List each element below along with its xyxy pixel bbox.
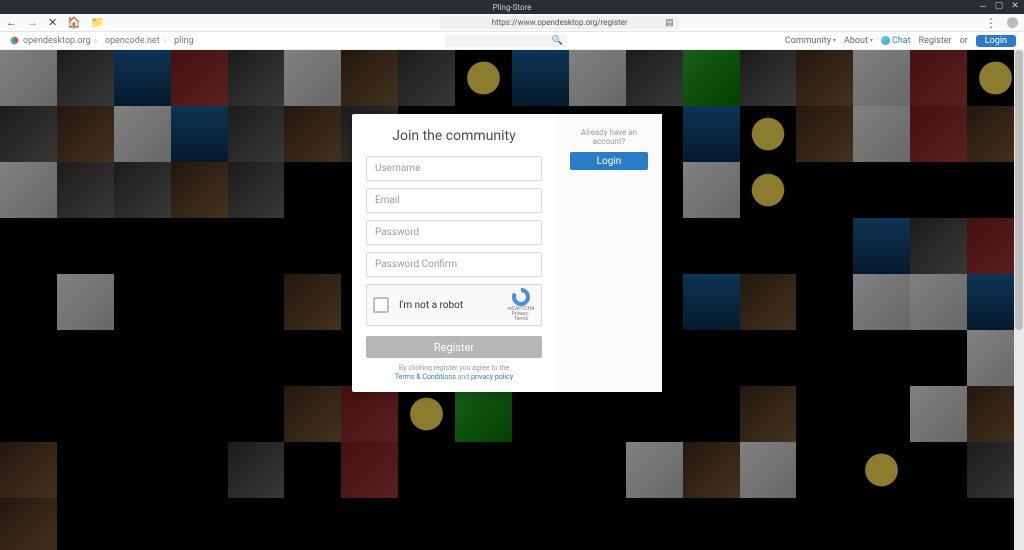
- recaptcha: I'm not a robot reCAPTCHA Privacy - Term…: [366, 284, 542, 326]
- nav-or-text: or: [960, 36, 968, 46]
- login-panel: Already have an account? Login: [556, 114, 662, 392]
- recaptcha-checkbox[interactable]: [373, 297, 389, 313]
- nav-chat[interactable]: Chat: [881, 36, 911, 46]
- opendesktop-logo-icon: [10, 36, 19, 45]
- site-search[interactable]: 🔍: [445, 35, 567, 47]
- chevron-down-icon: ▾: [870, 37, 873, 44]
- stop-button[interactable]: ✕: [48, 16, 57, 29]
- chevron-right-icon: ›: [95, 36, 97, 45]
- nav-community[interactable]: Community ▾: [785, 36, 836, 46]
- register-modal: Join the community I'm not a robot reCAP…: [352, 114, 662, 392]
- register-button[interactable]: Register: [366, 336, 542, 358]
- close-icon[interactable]: ✕: [1010, 1, 1020, 11]
- crumb-opendesktop[interactable]: opendesktop.org ›: [10, 36, 97, 46]
- minimize-icon[interactable]: ─: [978, 1, 988, 11]
- nav-about[interactable]: About ▾: [844, 36, 873, 46]
- site-header: opendesktop.org › opencode.net › pling 🔍…: [0, 32, 1024, 50]
- already-account-text: Already have an account?: [570, 128, 648, 146]
- home-button[interactable]: 🏠: [67, 16, 81, 29]
- register-form: Join the community I'm not a robot reCAP…: [352, 114, 556, 392]
- profile-avatar-icon[interactable]: [1007, 17, 1018, 28]
- chevron-right-icon: ›: [164, 36, 166, 45]
- vertical-scrollbar[interactable]: [1014, 50, 1024, 550]
- modal-title: Join the community: [392, 128, 515, 144]
- files-button[interactable]: 📁: [91, 16, 105, 29]
- reader-mode-icon[interactable]: ▤: [665, 18, 674, 28]
- browser-menu-icon[interactable]: ⋮: [985, 16, 997, 30]
- chat-icon: [881, 36, 890, 45]
- breadcrumb: opendesktop.org › opencode.net › pling: [0, 36, 194, 46]
- username-field[interactable]: [366, 156, 542, 181]
- nav-register-link[interactable]: Register: [919, 36, 952, 46]
- password-field[interactable]: [366, 220, 542, 245]
- terms-link[interactable]: Terms & Conditions: [395, 373, 456, 381]
- search-icon: 🔍: [552, 36, 563, 46]
- page-body: Join the community I'm not a robot reCAP…: [0, 50, 1024, 550]
- maximize-icon[interactable]: ▢: [994, 1, 1004, 11]
- url-bar[interactable]: https://www.opendesktop.org/register ▤: [440, 16, 680, 29]
- privacy-link[interactable]: privacy policy: [471, 373, 513, 381]
- email-field[interactable]: [366, 188, 542, 213]
- agree-text: By clicking register you agree to the Te…: [395, 364, 513, 382]
- window-titlebar: Pling-Store ─ ▢ ✕: [0, 0, 1024, 14]
- scrollbar-thumb[interactable]: [1015, 50, 1023, 330]
- crumb-opencode[interactable]: opencode.net ›: [105, 36, 166, 46]
- login-button[interactable]: Login: [570, 152, 648, 170]
- recaptcha-label: I'm not a robot: [399, 300, 507, 311]
- crumb-pling[interactable]: pling: [174, 36, 193, 46]
- browser-toolbar: ← → ✕ 🏠 📁 https://www.opendesktop.org/re…: [0, 14, 1024, 32]
- chevron-down-icon: ▾: [833, 37, 836, 44]
- recaptcha-badge: reCAPTCHA Privacy - Terms: [507, 288, 535, 322]
- forward-button[interactable]: →: [27, 16, 38, 29]
- window-title: Pling-Store: [493, 3, 532, 12]
- back-button[interactable]: ←: [6, 16, 17, 29]
- nav-login-button[interactable]: Login: [976, 35, 1016, 47]
- password-confirm-field[interactable]: [366, 252, 542, 277]
- url-text: https://www.opendesktop.org/register: [492, 18, 628, 27]
- recaptcha-icon: [512, 288, 530, 306]
